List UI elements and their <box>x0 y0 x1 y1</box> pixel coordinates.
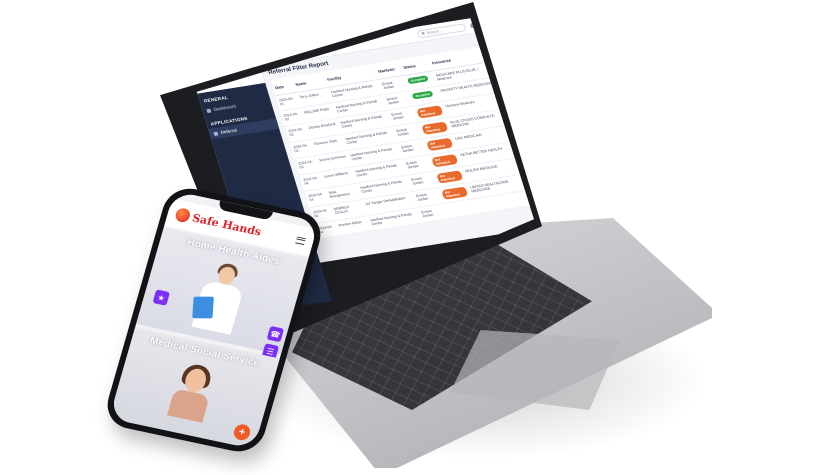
sidebar-item-label: Dashboard <box>213 103 237 112</box>
cell-name: Preston Milton <box>335 215 372 236</box>
status-badge: Not Admitted <box>421 121 449 135</box>
cell-service: N/A <box>495 71 533 93</box>
status-badge: Not Admitted <box>440 186 469 200</box>
patient-illustration <box>161 360 225 424</box>
status-badge: Not Admitted <box>416 105 444 119</box>
referral-icon <box>213 131 219 136</box>
status-badge: Not Admitted <box>430 153 459 168</box>
status-badge: Accepted <box>406 75 429 85</box>
doctor-folder <box>192 296 214 319</box>
status-badge: Not Admitted <box>426 137 454 152</box>
hamburger-menu-icon[interactable] <box>295 235 307 245</box>
cell-service: N/A <box>505 103 534 125</box>
status-badge: Not Admitted <box>435 170 464 184</box>
user-info[interactable]: Peter Dahl Administrator <box>492 15 516 27</box>
column-header-service[interactable]: Referral Service <box>486 40 523 62</box>
cell-service: N/A <box>500 87 534 109</box>
user-name: Peter Dahl <box>491 15 511 22</box>
sidebar-item-label: Referral <box>220 127 238 135</box>
cell-status <box>442 198 477 219</box>
search-placeholder: Search... <box>425 27 444 36</box>
doctor-illustration <box>182 257 260 337</box>
patient-body <box>166 388 210 423</box>
home-icon <box>206 108 212 113</box>
status-badge: Accepted <box>411 90 434 100</box>
device-mockup-stage: Safe Hands GENERAL Dashboard APPLICATION… <box>0 0 832 475</box>
user-role: Administrator <box>493 18 516 27</box>
brand-logo-icon <box>174 207 192 224</box>
cell-service: N/A <box>491 56 528 77</box>
search-icon <box>420 31 425 35</box>
